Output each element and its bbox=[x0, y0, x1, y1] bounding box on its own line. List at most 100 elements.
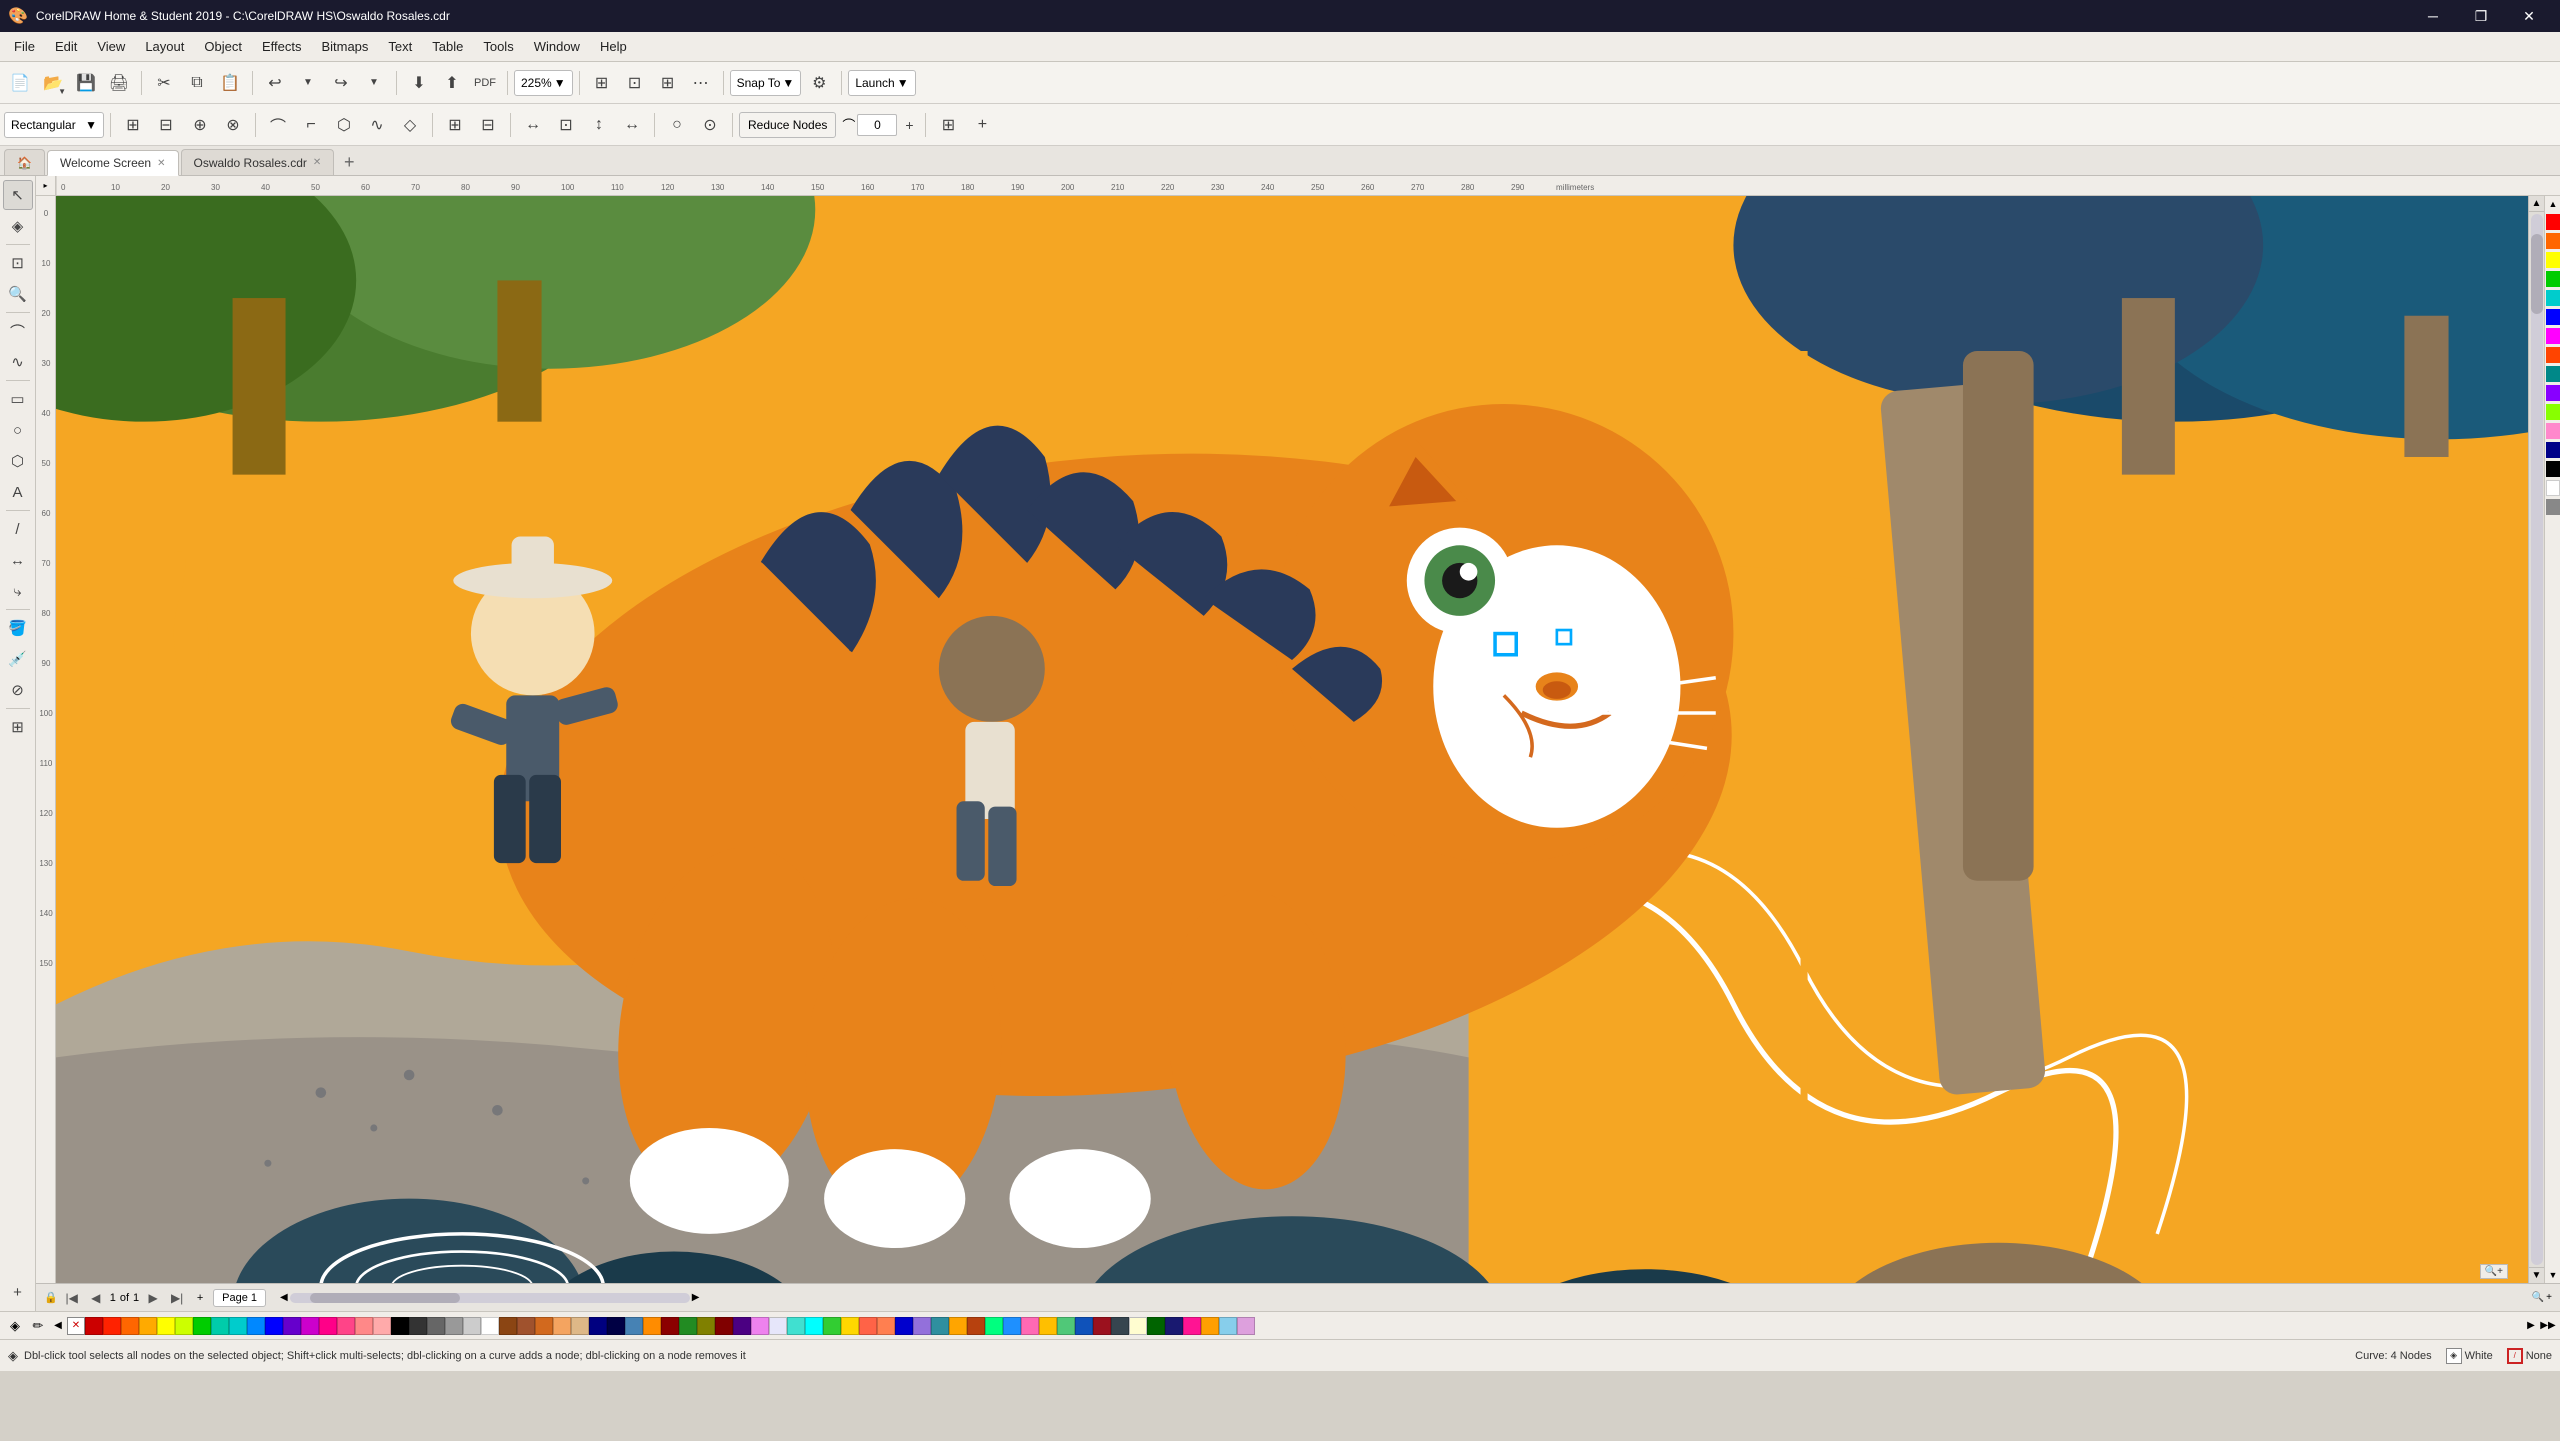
align-nodes-button[interactable]: ⊞ bbox=[439, 109, 471, 141]
publish-pdf-button[interactable]: PDF bbox=[469, 67, 501, 99]
node-add-extra-button[interactable]: + bbox=[966, 109, 998, 141]
page-last-button[interactable]: ▶| bbox=[167, 1288, 187, 1308]
elastic-mode-button[interactable]: ↔ bbox=[517, 109, 549, 141]
menu-item-tools[interactable]: Tools bbox=[473, 35, 523, 58]
cut-button[interactable]: ✂ bbox=[148, 67, 180, 99]
paste-button[interactable]: 📋 bbox=[214, 67, 246, 99]
cs-steel-blue[interactable] bbox=[625, 1317, 643, 1335]
cs-emerald[interactable] bbox=[1057, 1317, 1075, 1335]
color-swatch-purple[interactable] bbox=[2546, 385, 2560, 401]
cs-cream[interactable] bbox=[1129, 1317, 1147, 1335]
page-next-button[interactable]: ▶ bbox=[143, 1288, 163, 1308]
node-grid-button[interactable]: ⊞ bbox=[932, 109, 964, 141]
tab-welcome-screen[interactable]: Welcome Screen ✕ bbox=[47, 150, 179, 176]
node-value-input[interactable]: 0 bbox=[857, 114, 897, 136]
outline-indicator[interactable]: / None bbox=[2507, 1348, 2552, 1364]
cs-turquoise[interactable] bbox=[787, 1317, 805, 1335]
open-button[interactable]: 📂▼ bbox=[37, 67, 69, 99]
cs-coral[interactable] bbox=[877, 1317, 895, 1335]
cs-navy[interactable] bbox=[589, 1317, 607, 1335]
cs-white[interactable] bbox=[481, 1317, 499, 1335]
copy-button[interactable]: ⧉ bbox=[181, 67, 213, 99]
cs-dark-blue[interactable] bbox=[607, 1317, 625, 1335]
undo-list-button[interactable]: ▼ bbox=[292, 67, 324, 99]
page-add-button[interactable]: + bbox=[191, 1289, 209, 1307]
scroll-track-v[interactable] bbox=[2531, 214, 2543, 1265]
redo-list-button[interactable]: ▼ bbox=[358, 67, 390, 99]
cs-black[interactable] bbox=[391, 1317, 409, 1335]
color-swatch-red[interactable] bbox=[2546, 214, 2560, 230]
new-button[interactable]: 📄 bbox=[4, 67, 36, 99]
cs-lavender[interactable] bbox=[769, 1317, 787, 1335]
tab-add-button[interactable]: + bbox=[336, 149, 362, 175]
h-scroll-left[interactable]: ◀ bbox=[280, 1292, 288, 1303]
node-add-button[interactable]: ⊞ bbox=[117, 109, 149, 141]
cs-amber[interactable] bbox=[1039, 1317, 1057, 1335]
color-swatch-teal[interactable] bbox=[2546, 366, 2560, 382]
node-remove-button[interactable]: ⊟ bbox=[150, 109, 182, 141]
select-all-button[interactable]: ⊡ bbox=[550, 109, 582, 141]
tab-welcome-close[interactable]: ✕ bbox=[157, 158, 165, 169]
cs-dark-red[interactable] bbox=[661, 1317, 679, 1335]
cs-hot-pink[interactable] bbox=[319, 1317, 337, 1335]
cs-wheat[interactable] bbox=[571, 1317, 589, 1335]
cs-gold[interactable] bbox=[139, 1317, 157, 1335]
zoom-plus[interactable]: + bbox=[2546, 1292, 2552, 1303]
minimize-button[interactable]: ─ bbox=[2410, 0, 2456, 32]
menu-item-view[interactable]: View bbox=[87, 35, 135, 58]
launch-dropdown[interactable]: Launch ▼ bbox=[848, 70, 915, 96]
line-to-curve-button[interactable]: ⌒ bbox=[262, 109, 294, 141]
color-scroll-right[interactable]: ▶ bbox=[2523, 1315, 2539, 1337]
menu-item-bitmaps[interactable]: Bitmaps bbox=[311, 35, 378, 58]
cs-orange[interactable] bbox=[121, 1317, 139, 1335]
right-scrollbar[interactable]: ▲ ▼ bbox=[2528, 196, 2544, 1283]
cs-medium-teal[interactable] bbox=[931, 1317, 949, 1335]
cs-violet[interactable] bbox=[751, 1317, 769, 1335]
scroll-down-button[interactable]: ▼ bbox=[2529, 1267, 2545, 1283]
mirror-v-button[interactable]: ↔ bbox=[616, 109, 648, 141]
color-panel-scroll-up[interactable]: ▲ bbox=[2545, 196, 2560, 212]
text-tool[interactable]: A bbox=[3, 477, 33, 507]
node-plus-button[interactable]: + bbox=[899, 115, 919, 135]
rectangle-tool[interactable]: ▭ bbox=[3, 384, 33, 414]
cs-gray[interactable] bbox=[427, 1317, 445, 1335]
eyedropper-tool[interactable]: 💉 bbox=[3, 644, 33, 674]
color-scroll-left[interactable]: ◀ bbox=[50, 1315, 66, 1337]
cs-chocolate[interactable] bbox=[535, 1317, 553, 1335]
cs-red[interactable] bbox=[85, 1317, 103, 1335]
cs-ruby[interactable] bbox=[1093, 1317, 1111, 1335]
cs-dodger-blue[interactable] bbox=[1003, 1317, 1021, 1335]
cs-hot-pink2[interactable] bbox=[1021, 1317, 1039, 1335]
cs-yellow-green[interactable] bbox=[175, 1317, 193, 1335]
shape-type-dropdown[interactable]: Rectangular ▼ bbox=[4, 112, 104, 138]
select-tool[interactable]: ↖ bbox=[3, 180, 33, 210]
menu-item-help[interactable]: Help bbox=[590, 35, 637, 58]
color-swatch-cyan[interactable] bbox=[2546, 290, 2560, 306]
color-swatch-lime[interactable] bbox=[2546, 404, 2560, 420]
color-swatch-white[interactable] bbox=[2546, 480, 2560, 496]
cs-tan[interactable] bbox=[553, 1317, 571, 1335]
redo-button[interactable]: ↪ bbox=[325, 67, 357, 99]
cs-gold2[interactable] bbox=[841, 1317, 859, 1335]
cs-plum[interactable] bbox=[1237, 1317, 1255, 1335]
color-swatch-pink[interactable] bbox=[2546, 423, 2560, 439]
tab-home[interactable]: 🏠 bbox=[4, 149, 45, 175]
scroll-thumb-v[interactable] bbox=[2531, 234, 2543, 314]
node-tool-icon[interactable]: ◈ bbox=[4, 1315, 26, 1337]
cs-maroon[interactable] bbox=[715, 1317, 733, 1335]
menu-item-layout[interactable]: Layout bbox=[135, 35, 194, 58]
mirror-h-button[interactable]: ↕ bbox=[583, 109, 615, 141]
options-button[interactable]: ⋯ bbox=[685, 67, 717, 99]
cs-sienna[interactable] bbox=[517, 1317, 535, 1335]
cs-cyan[interactable] bbox=[229, 1317, 247, 1335]
cs-mid-gray[interactable] bbox=[445, 1317, 463, 1335]
artistic-media-tool[interactable]: ∿ bbox=[3, 347, 33, 377]
ellipse-tool[interactable]: ○ bbox=[3, 415, 33, 445]
cs-aqua[interactable] bbox=[805, 1317, 823, 1335]
cs-tomato[interactable] bbox=[859, 1317, 877, 1335]
cs-lime-green[interactable] bbox=[823, 1317, 841, 1335]
cs-blue[interactable] bbox=[265, 1317, 283, 1335]
add-page-button[interactable]: + bbox=[3, 1277, 33, 1307]
cs-midnight-blue[interactable] bbox=[1165, 1317, 1183, 1335]
cs-charcoal[interactable] bbox=[1111, 1317, 1129, 1335]
